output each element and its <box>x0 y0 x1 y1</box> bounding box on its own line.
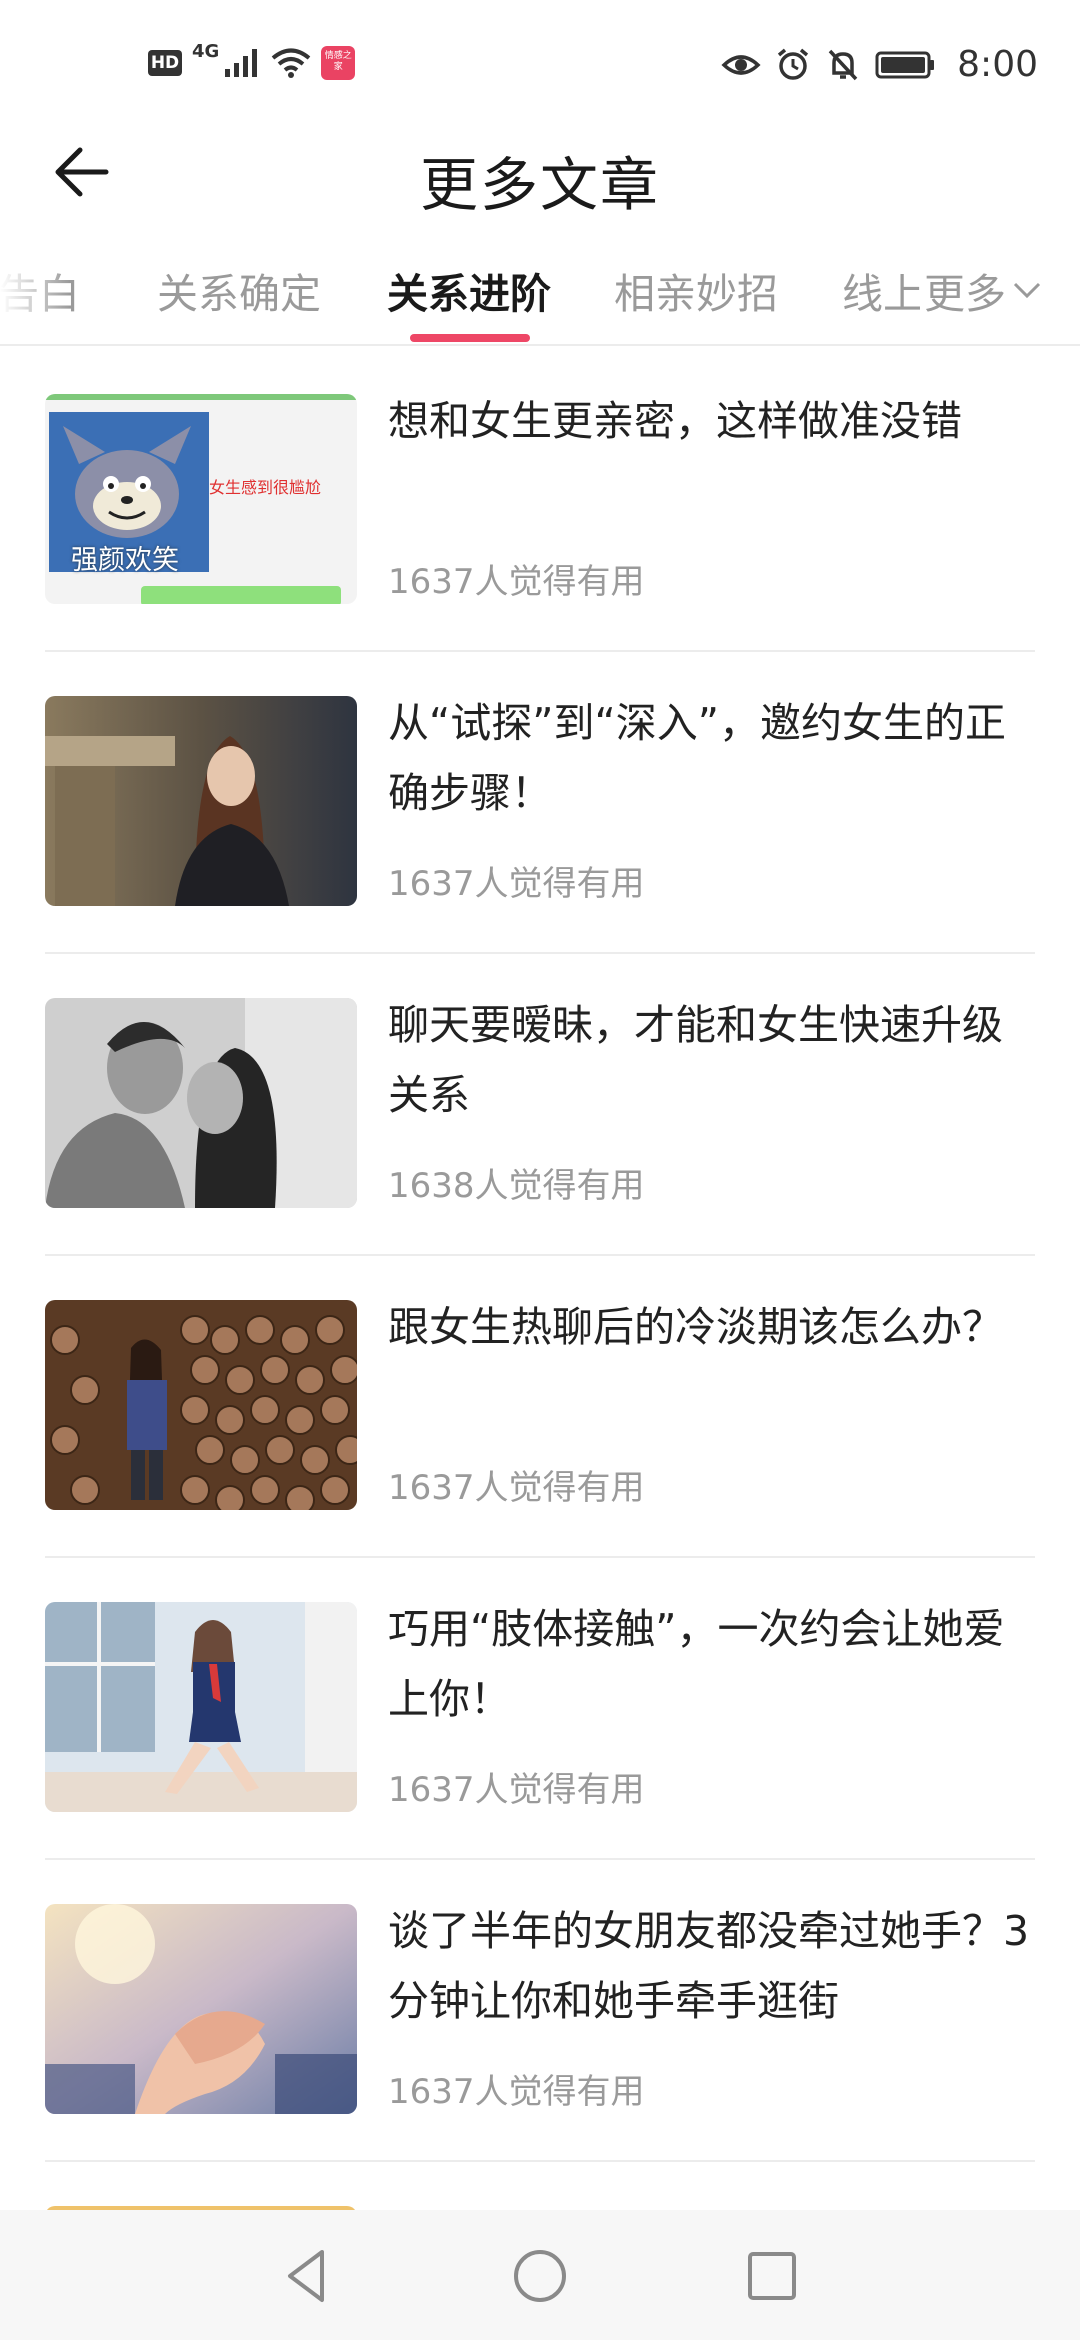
article-item[interactable]: 巧用“肢体接触”，一次约会让她爱上你！ 1637人觉得有用 <box>45 1558 1035 1860</box>
status-left: HD 4G 情感之家 <box>148 41 356 80</box>
nav-recents-icon <box>748 2252 796 2300</box>
woman-photo-image <box>45 696 357 906</box>
clock: 8:00 <box>957 44 1038 85</box>
holding-hands-photo-image <box>45 1904 357 2114</box>
article-title: 巧用“肢体接触”，一次约会让她爱上你！ <box>388 1605 1005 1723</box>
article-thumbnail <box>45 1300 357 1510</box>
status-bar: HD 4G 情感之家 8:00 <box>0 0 1080 130</box>
tab-relationship-advance[interactable]: 关系进阶 <box>387 260 551 320</box>
tab-fade <box>0 248 70 344</box>
tab-blind-date[interactable]: 相亲妙招 <box>614 260 778 320</box>
article-helpful-count: 1637人觉得有用 <box>388 1770 645 1810</box>
couple-photo-image <box>45 998 357 1208</box>
signal-icon <box>225 49 258 77</box>
app-header: 更多文章 <box>0 120 1080 220</box>
article-item[interactable]: 跟女生热聊后的冷淡期该怎么办？ 1637人觉得有用 <box>45 1256 1035 1558</box>
article-helpful-count: 1637人觉得有用 <box>388 562 645 602</box>
article-thumbnail <box>45 998 357 1208</box>
article-helpful-count: 1638人觉得有用 <box>388 1166 645 1206</box>
thumbnail-caption: 女生感到很尴尬 <box>209 478 322 497</box>
battery-icon <box>875 51 935 78</box>
article-thumbnail <box>45 1904 357 2114</box>
article-title: 从“试探”到“深入”，邀约女生的正确步骤！ <box>388 699 1006 817</box>
nav-back-button[interactable] <box>276 2244 340 2308</box>
status-right: 8:00 <box>721 44 1038 85</box>
hd-badge: HD <box>148 50 182 76</box>
article-item[interactable]: 谈了半年的女朋友都没牵过她手？3分钟让你和她手牵手逛街 1637人觉得有用 <box>45 1860 1035 2162</box>
more-label: 更多 <box>924 270 1006 318</box>
article-title: 聊天要暧昧，才能和女生快速升级关系 <box>388 1001 1003 1119</box>
article-item[interactable]: 聊天要暧昧，才能和女生快速升级关系 1638人觉得有用 <box>45 954 1035 1256</box>
tab-online[interactable]: 线上 <box>842 260 924 320</box>
article-item[interactable]: 女生感到很尴尬 强颜欢笑 想和女生更亲密，这样做准没错 1637人觉得有用 <box>45 350 1035 652</box>
nav-home-button[interactable] <box>508 2244 572 2308</box>
nav-back-icon <box>288 2250 324 2302</box>
tab-relationship-confirm[interactable]: 关系确定 <box>157 260 321 320</box>
nav-home-icon <box>514 2250 566 2302</box>
active-tab-indicator <box>410 334 530 342</box>
app-notification-icon: 情感之家 <box>321 46 356 80</box>
article-list: 女生感到很尴尬 强颜欢笑 想和女生更亲密，这样做准没错 1637人觉得有用 从“… <box>45 350 1035 2286</box>
article-title: 谈了半年的女朋友都没牵过她手？3分钟让你和她手牵手逛街 <box>388 1907 1030 2025</box>
article-title: 想和女生更亲密，这样做准没错 <box>388 397 962 445</box>
page-title: 更多文章 <box>419 151 660 219</box>
network-type: 4G <box>192 40 220 62</box>
woman-logs-photo-image <box>45 1300 357 1510</box>
article-thumbnail <box>45 1602 357 1812</box>
chevron-down-icon <box>1013 282 1041 299</box>
article-title: 跟女生热聊后的冷淡期该怎么办？ <box>388 1303 1003 1351</box>
more-categories-button[interactable]: 更多 <box>920 260 1044 320</box>
thumbnail-overlay-text: 强颜欢笑 <box>71 545 179 576</box>
article-helpful-count: 1637人觉得有用 <box>388 2072 645 2112</box>
nav-recents-button[interactable] <box>740 2244 804 2308</box>
article-thumbnail: 女生感到很尴尬 强颜欢笑 <box>45 394 357 604</box>
mute-icon <box>828 49 858 80</box>
alarm-icon <box>778 48 809 80</box>
eye-icon <box>721 54 761 75</box>
article-helpful-count: 1637人觉得有用 <box>388 864 645 904</box>
article-thumbnail <box>45 696 357 906</box>
article-item[interactable]: 从“试探”到“深入”，邀约女生的正确步骤！ 1637人觉得有用 <box>45 652 1035 954</box>
category-tabs: 告白 关系确定 关系进阶 相亲妙招 线上 更多 <box>0 248 1080 346</box>
wifi-icon <box>272 48 311 78</box>
girl-window-photo-image <box>45 1602 357 1812</box>
article-helpful-count: 1637人觉得有用 <box>388 1468 645 1508</box>
system-nav-bar <box>0 2210 1080 2340</box>
